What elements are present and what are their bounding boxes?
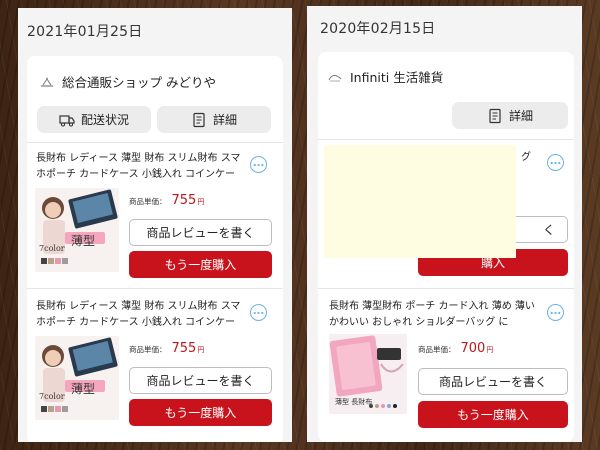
buy-again-button[interactable]: もう一度購入: [129, 399, 272, 426]
more-options-button[interactable]: [547, 154, 564, 171]
shop-logo-icon: [328, 71, 342, 83]
more-horizontal-icon: [550, 161, 561, 164]
item-title-fragment[interactable]: グ: [521, 150, 541, 166]
order-card: 総合通販ショップ みどりや 配送状況 詳細 長財布 レディース 薄型 財布 スリ…: [27, 56, 283, 442]
item-title[interactable]: 長財布 レディース 薄型 財布 スリム財布 スマホポーチ カードケース 小銭入れ…: [36, 299, 246, 331]
details-button[interactable]: 詳細: [452, 102, 568, 129]
price-unit: 円: [486, 346, 494, 354]
shipping-status-label: 配送状況: [80, 113, 129, 127]
details-button[interactable]: 詳細: [157, 106, 271, 133]
more-horizontal-icon: [253, 311, 264, 314]
item-title[interactable]: 長財布 薄型財布 ポーチ カード入れ 薄め 薄いかわいい おしゃれ ショルダーバ…: [329, 299, 541, 331]
more-options-button[interactable]: [547, 304, 564, 321]
price-value: 755: [171, 193, 197, 208]
thumb-label: 薄型: [71, 234, 96, 248]
price-label: 商品単価：: [129, 345, 167, 354]
shop-row[interactable]: 総合通販ショップ みどりや: [40, 72, 216, 91]
shop-name: 総合通販ショップ みどりや: [62, 75, 216, 90]
shop-name: Infiniti 生活雑貨: [350, 70, 444, 85]
shipping-status-button[interactable]: 配送状況: [37, 106, 151, 133]
document-icon: [191, 112, 207, 128]
thumb-color-label: 7color: [39, 244, 65, 253]
divider: [318, 139, 574, 140]
divider: [318, 288, 574, 289]
write-review-button[interactable]: 商品レビューを書く: [418, 368, 568, 395]
thumb-label: 薄型 長財布: [335, 398, 373, 406]
thumb-label: 薄型: [71, 382, 96, 396]
wallet-photo-icon: [35, 336, 119, 420]
price-unit: 円: [197, 346, 205, 354]
order-history-screen-right: 2020年02月15日 Infiniti 生活雑貨 詳細 グ く 購入 長財布 …: [307, 6, 582, 442]
truck-icon: [59, 112, 75, 128]
buy-again-button[interactable]: もう一度購入: [418, 401, 568, 428]
write-review-button[interactable]: 商品レビューを書く: [129, 367, 272, 394]
price-label: 商品単価：: [129, 197, 167, 206]
thumb-color-label: 7color: [39, 392, 65, 401]
write-review-button[interactable]: 商品レビューを書く: [129, 219, 272, 246]
details-label: 詳細: [212, 113, 237, 127]
order-card: Infiniti 生活雑貨 詳細 グ く 購入 長財布 薄型財布 ポーチ カード…: [318, 52, 574, 442]
order-date: 2021年01月25日: [27, 24, 143, 40]
product-thumbnail[interactable]: 薄型 7color: [35, 188, 119, 272]
price-row: 商品単価： 755 円: [129, 341, 204, 356]
shop-logo-icon: [40, 76, 54, 88]
price-value: 755: [171, 341, 197, 356]
redaction-overlay: [324, 145, 516, 258]
price-row: 商品単価： 755 円: [129, 193, 204, 208]
buy-again-button[interactable]: もう一度購入: [129, 251, 272, 278]
price-unit: 円: [197, 198, 205, 206]
divider: [27, 288, 283, 289]
shop-row[interactable]: Infiniti 生活雑貨: [328, 67, 443, 86]
more-options-button[interactable]: [250, 304, 267, 321]
product-thumbnail[interactable]: 薄型 7color: [35, 336, 119, 420]
wallet-photo-icon: [35, 188, 119, 272]
document-icon: [487, 108, 503, 124]
divider: [27, 142, 283, 143]
more-options-button[interactable]: [250, 156, 267, 173]
write-review-label: く: [542, 223, 555, 237]
more-horizontal-icon: [253, 163, 264, 166]
details-label: 詳細: [508, 109, 533, 123]
price-row: 商品単価： 700 円: [418, 341, 493, 356]
more-horizontal-icon: [550, 311, 561, 314]
order-history-screen-left: 2021年01月25日 総合通販ショップ みどりや 配送状況 詳細 長財布 レデ…: [18, 8, 292, 442]
order-date: 2020年02月15日: [320, 21, 436, 37]
price-value: 700: [460, 341, 486, 356]
item-title[interactable]: 長財布 レディース 薄型 財布 スリム財布 スマホポーチ カードケース 小銭入れ…: [36, 151, 246, 183]
price-label: 商品単価：: [418, 345, 456, 354]
product-thumbnail[interactable]: 薄型 長財布: [329, 334, 407, 414]
